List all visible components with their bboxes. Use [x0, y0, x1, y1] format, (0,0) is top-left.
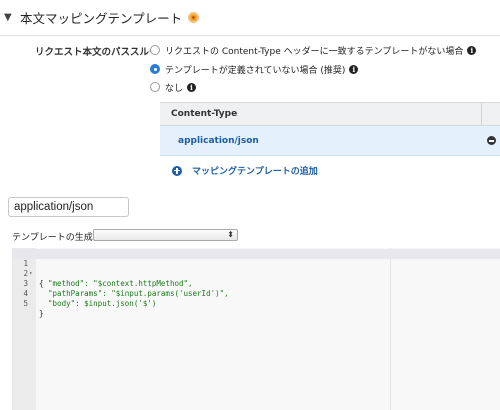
- template-generation-select[interactable]: ⬍: [93, 229, 238, 241]
- code-line[interactable]: 2 "method": "$context.httpMethod",: [12, 259, 500, 288]
- code-text: "body": $input.json('$'): [39, 299, 157, 308]
- radio-when-no-templates[interactable]: [150, 64, 160, 74]
- section-title: 本文マッピングテンプレート: [20, 11, 183, 26]
- template-code-editor[interactable]: 1 ▾ { 2 "method": "$context.httpMethod",…: [12, 248, 500, 410]
- info-icon[interactable]: i: [467, 45, 477, 55]
- radio-never[interactable]: [150, 82, 160, 92]
- passthrough-option-when-no-templates[interactable]: テンプレートが定義されていない場合 (推奨) i: [150, 62, 359, 76]
- line-number: 5: [23, 299, 28, 308]
- content-type-input[interactable]: [8, 197, 129, 217]
- content-type-header-label: Content-Type: [171, 109, 238, 119]
- section-header[interactable]: ▼ 本文マッピングテンプレート: [0, 0, 500, 36]
- passthrough-label: リクエスト本文のパススルー: [35, 47, 159, 58]
- content-type-row-label[interactable]: application/json: [178, 136, 259, 146]
- radio-label-when-no-match: リクエストの Content-Type ヘッダーに一致するテンプレートがない場合: [165, 46, 464, 57]
- remove-icon[interactable]: [487, 136, 496, 145]
- code-line[interactable]: 3 "pathParams": "$input.params('userId')…: [12, 269, 500, 298]
- select-arrows-icon: ⬍: [227, 230, 234, 239]
- code-line[interactable]: 4 "body": $input.json('$'): [12, 279, 500, 308]
- add-mapping-template-label[interactable]: マッピングテンプレートの追加: [192, 164, 318, 177]
- code-line[interactable]: 1 ▾ {: [12, 249, 500, 288]
- code-text: }: [39, 309, 44, 318]
- radio-when-no-match[interactable]: [150, 45, 160, 55]
- radio-label-when-no-templates: テンプレートが定義されていない場合 (推奨): [165, 65, 346, 76]
- content-type-table: Content-Type application/json: [160, 102, 500, 156]
- radio-label-never: なし: [165, 83, 184, 94]
- passthrough-option-never[interactable]: なし i: [150, 80, 197, 94]
- info-icon[interactable]: i: [349, 64, 359, 74]
- template-generation-label: テンプレートの生成:: [12, 233, 96, 243]
- add-mapping-template-link[interactable]: マッピングテンプレートの追加: [172, 164, 318, 177]
- passthrough-option-when-no-match[interactable]: リクエストの Content-Type ヘッダーに一致するテンプレートがない場合…: [150, 43, 477, 57]
- content-type-header: Content-Type: [160, 102, 500, 126]
- add-icon[interactable]: [172, 165, 182, 176]
- warning-status-icon: [188, 12, 200, 23]
- code-line[interactable]: 5 }: [12, 289, 500, 318]
- info-icon[interactable]: i: [187, 82, 197, 92]
- content-type-row[interactable]: application/json: [160, 126, 500, 156]
- column-divider: [481, 103, 482, 125]
- collapse-caret-icon[interactable]: ▼: [4, 12, 16, 23]
